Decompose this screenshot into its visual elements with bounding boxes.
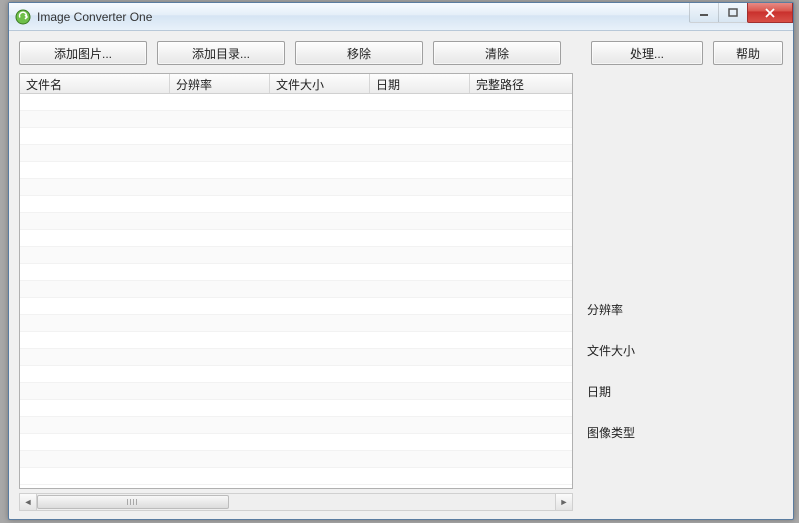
remove-button[interactable]: 移除 — [295, 41, 423, 65]
table-row[interactable] — [20, 247, 572, 264]
app-icon — [15, 9, 31, 25]
table-row[interactable] — [20, 298, 572, 315]
table-row[interactable] — [20, 383, 572, 400]
info-imagetype-label: 图像类型 — [587, 424, 783, 441]
table-row[interactable] — [20, 332, 572, 349]
table-row[interactable] — [20, 468, 572, 485]
table-row[interactable] — [20, 281, 572, 298]
close-button[interactable] — [747, 3, 793, 23]
horizontal-scrollbar[interactable]: ◄ ► — [19, 493, 573, 511]
window-title: Image Converter One — [37, 10, 793, 24]
minimize-button[interactable] — [689, 3, 719, 23]
maximize-icon — [728, 8, 738, 18]
table-row[interactable] — [20, 128, 572, 145]
table-row[interactable] — [20, 111, 572, 128]
table-row[interactable] — [20, 366, 572, 383]
col-header-resolution[interactable]: 分辨率 — [170, 74, 270, 93]
chevron-right-icon: ► — [560, 497, 569, 507]
titlebar[interactable]: Image Converter One — [9, 3, 793, 31]
right-panel: 分辨率 文件大小 日期 图像类型 — [583, 73, 783, 511]
toolbar: 添加图片... 添加目录... 移除 清除 处理... 帮助 — [9, 31, 793, 73]
scroll-track[interactable] — [37, 494, 555, 510]
window-controls — [690, 3, 793, 23]
list-body[interactable] — [20, 94, 572, 488]
app-window: Image Converter One 添加图片... 添加目录... 移除 清… — [8, 2, 794, 520]
table-row[interactable] — [20, 264, 572, 281]
col-header-fullpath[interactable]: 完整路径 — [470, 74, 562, 93]
table-row[interactable] — [20, 179, 572, 196]
maximize-button[interactable] — [718, 3, 748, 23]
scroll-thumb[interactable] — [37, 495, 229, 509]
table-row[interactable] — [20, 196, 572, 213]
info-filesize-label: 文件大小 — [587, 342, 783, 359]
table-row[interactable] — [20, 162, 572, 179]
left-column: 文件名 分辨率 文件大小 日期 完整路径 — [19, 73, 573, 511]
table-row[interactable] — [20, 400, 572, 417]
body: 文件名 分辨率 文件大小 日期 完整路径 — [9, 73, 793, 519]
scroll-right-button[interactable]: ► — [555, 494, 572, 510]
file-list[interactable]: 文件名 分辨率 文件大小 日期 完整路径 — [19, 73, 573, 489]
add-image-button[interactable]: 添加图片... — [19, 41, 147, 65]
table-row[interactable] — [20, 434, 572, 451]
chevron-left-icon: ◄ — [24, 497, 33, 507]
toolbar-spacer — [571, 41, 581, 65]
minimize-icon — [699, 8, 709, 18]
process-button[interactable]: 处理... — [591, 41, 703, 65]
info-resolution-label: 分辨率 — [587, 301, 783, 318]
table-row[interactable] — [20, 315, 572, 332]
help-button[interactable]: 帮助 — [713, 41, 783, 65]
col-header-date[interactable]: 日期 — [370, 74, 470, 93]
list-rows — [20, 94, 572, 488]
table-row[interactable] — [20, 94, 572, 111]
col-header-filesize[interactable]: 文件大小 — [270, 74, 370, 93]
list-header: 文件名 分辨率 文件大小 日期 完整路径 — [20, 74, 572, 94]
table-row[interactable] — [20, 145, 572, 162]
close-icon — [764, 8, 776, 18]
info-date-label: 日期 — [587, 383, 783, 400]
table-row[interactable] — [20, 213, 572, 230]
preview-box — [587, 77, 783, 277]
scroll-left-button[interactable]: ◄ — [20, 494, 37, 510]
col-header-filename[interactable]: 文件名 — [20, 74, 170, 93]
table-row[interactable] — [20, 417, 572, 434]
table-row[interactable] — [20, 230, 572, 247]
table-row[interactable] — [20, 349, 572, 366]
add-folder-button[interactable]: 添加目录... — [157, 41, 285, 65]
table-row[interactable] — [20, 451, 572, 468]
clear-button[interactable]: 清除 — [433, 41, 561, 65]
